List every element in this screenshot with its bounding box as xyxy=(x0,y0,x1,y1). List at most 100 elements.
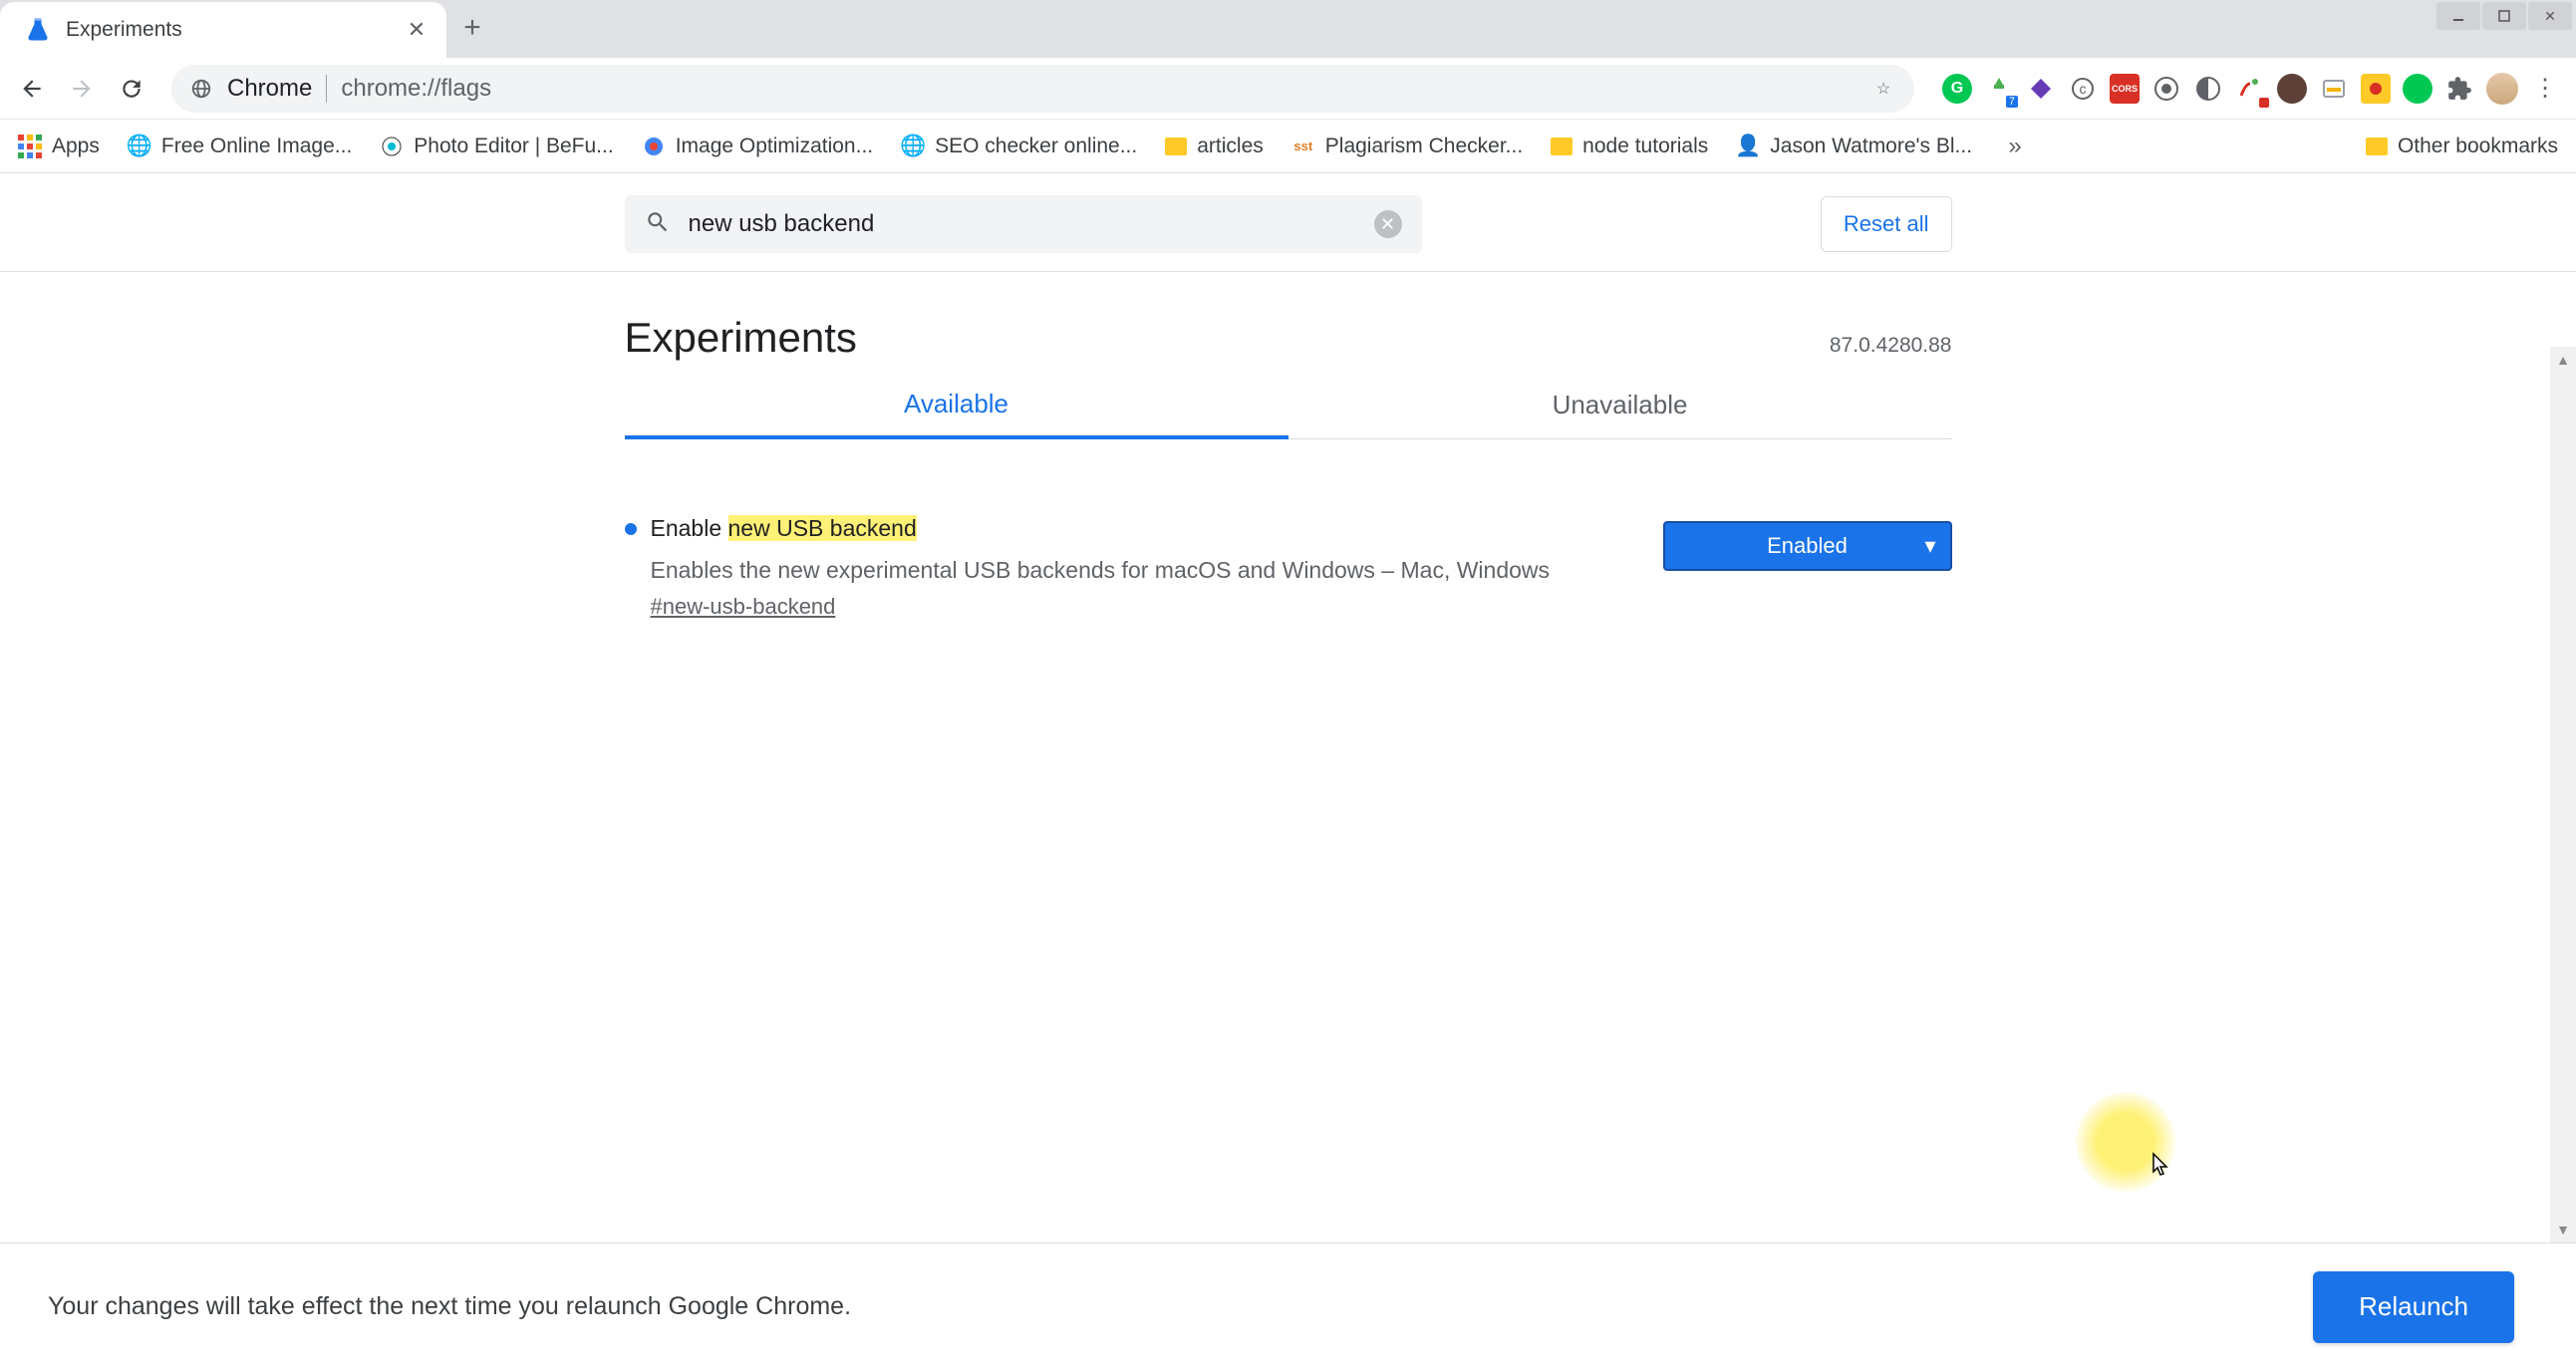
folder-icon xyxy=(1165,137,1187,155)
other-bookmarks[interactable]: Other bookmarks xyxy=(2366,135,2558,158)
bookmark-label: Free Online Image... xyxy=(161,135,352,158)
bookmark-label: articles xyxy=(1197,135,1264,158)
site-info-icon[interactable] xyxy=(189,77,213,101)
extension-icon-4[interactable]: c xyxy=(2068,74,2098,104)
close-tab-icon[interactable]: ✕ xyxy=(405,18,429,42)
befunky-icon xyxy=(380,135,404,158)
sst-icon: sst xyxy=(1291,135,1315,158)
bookmark-item[interactable]: sst Plagiarism Checker... xyxy=(1291,135,1523,158)
extension-icon-8[interactable] xyxy=(2235,74,2265,104)
flask-icon xyxy=(24,16,52,44)
extension-icon-11[interactable] xyxy=(2361,74,2391,104)
site-icon xyxy=(642,135,666,158)
reload-button[interactable] xyxy=(112,69,151,109)
apps-label: Apps xyxy=(52,135,100,158)
flag-title-prefix: Enable xyxy=(651,515,728,541)
footer-message: Your changes will take effect the next t… xyxy=(48,1292,851,1321)
extension-icon-7[interactable] xyxy=(2193,74,2223,104)
relaunch-footer: Your changes will take effect the next t… xyxy=(0,1242,2576,1370)
globe-icon: 🌐 xyxy=(901,135,925,158)
select-value: Enabled xyxy=(1767,533,1848,559)
profile-avatar[interactable] xyxy=(2486,73,2518,105)
bookmark-label: Plagiarism Checker... xyxy=(1325,135,1523,158)
bookmark-label: Other bookmarks xyxy=(2398,135,2558,158)
window-close-button[interactable]: ✕ xyxy=(2528,2,2572,30)
extension-icon-1[interactable]: G xyxy=(1942,74,1972,104)
window-controls: ✕ xyxy=(2436,2,2572,30)
extension-icon-10[interactable] xyxy=(2319,74,2349,104)
apps-grid-icon xyxy=(18,135,42,158)
tab-label: Unavailable xyxy=(1553,390,1688,420)
main-area: Experiments 87.0.4280.88 Available Unava… xyxy=(625,272,1952,620)
folder-icon xyxy=(2366,137,2388,155)
chevron-down-icon: ▾ xyxy=(1924,533,1935,559)
bookmark-item[interactable]: 🌐 Free Online Image... xyxy=(128,135,352,158)
titlebar: Experiments ✕ + ✕ xyxy=(0,0,2576,58)
relaunch-button[interactable]: Relaunch xyxy=(2313,1271,2514,1343)
bookmark-item[interactable]: Image Optimization... xyxy=(642,135,873,158)
globe-icon: 🌐 xyxy=(128,135,151,158)
search-icon xyxy=(645,209,671,240)
flag-anchor-link[interactable]: #new-usb-backend xyxy=(651,594,836,620)
bookmark-item[interactable]: articles xyxy=(1165,135,1264,158)
minimize-button[interactable] xyxy=(2436,2,2480,30)
apps-button[interactable]: Apps xyxy=(18,135,100,158)
tab-title: Experiments xyxy=(66,18,391,42)
reset-all-button[interactable]: Reset all xyxy=(1821,196,1952,252)
flags-search-box[interactable]: ✕ xyxy=(625,195,1422,253)
cursor-icon xyxy=(2151,1152,2171,1185)
folder-icon xyxy=(1551,137,1573,155)
bookmark-label: Jason Watmore's Bl... xyxy=(1770,135,1972,158)
extension-icon-2[interactable]: 7 xyxy=(1984,74,2014,104)
extension-icon-5[interactable]: CORS xyxy=(2110,74,2140,104)
bookmark-label: node tutorials xyxy=(1582,135,1708,158)
tab-unavailable[interactable]: Unavailable xyxy=(1288,372,1952,439)
extension-icon-9[interactable] xyxy=(2277,74,2307,104)
toolbar: Chrome chrome://flags ☆ G 7 c CORS ⋮ xyxy=(0,58,2576,120)
bookmark-label: SEO checker online... xyxy=(935,135,1137,158)
search-row: ✕ Reset all xyxy=(625,173,1952,271)
clear-search-icon[interactable]: ✕ xyxy=(1374,210,1402,238)
forward-button[interactable] xyxy=(62,69,102,109)
bookmarks-overflow-icon[interactable]: » xyxy=(2000,132,2030,161)
search-input[interactable] xyxy=(689,210,1356,238)
flag-description: Enables the new experimental USB backend… xyxy=(651,554,1633,586)
chrome-menu-icon[interactable]: ⋮ xyxy=(2530,74,2560,104)
url-separator xyxy=(326,75,327,103)
tab-available[interactable]: Available xyxy=(625,372,1288,439)
extension-icon-12[interactable] xyxy=(2403,74,2433,104)
page-title: Experiments xyxy=(625,314,857,362)
flag-state-select[interactable]: Enabled ▾ xyxy=(1663,521,1952,571)
new-tab-button[interactable]: + xyxy=(446,2,498,54)
page-content: ✕ Reset all Experiments 87.0.4280.88 Ava… xyxy=(0,173,2576,1370)
relaunch-label: Relaunch xyxy=(2359,1291,2468,1322)
back-button[interactable] xyxy=(12,69,52,109)
svg-text:c: c xyxy=(2080,81,2087,97)
extensions-menu-icon[interactable] xyxy=(2444,74,2474,104)
bookmark-label: Photo Editor | BeFu... xyxy=(414,135,613,158)
modified-dot-icon xyxy=(625,523,637,535)
maximize-button[interactable] xyxy=(2482,2,2526,30)
bookmark-item[interactable]: 🌐 SEO checker online... xyxy=(901,135,1137,158)
extension-icon-6[interactable] xyxy=(2151,74,2181,104)
scroll-down-icon[interactable]: ▼ xyxy=(2550,1217,2576,1242)
flag-title: Enable new USB backend xyxy=(651,515,917,542)
extension-icon-3[interactable] xyxy=(2026,74,2056,104)
bookmark-item[interactable]: node tutorials xyxy=(1551,135,1708,158)
reset-label: Reset all xyxy=(1844,211,1929,237)
address-bar[interactable]: Chrome chrome://flags ☆ xyxy=(171,65,1914,113)
extensions-row: G 7 c CORS ⋮ xyxy=(1942,73,2560,105)
bookmarks-bar: Apps 🌐 Free Online Image... Photo Editor … xyxy=(0,120,2576,173)
browser-tab[interactable]: Experiments ✕ xyxy=(0,2,446,58)
version-label: 87.0.4280.88 xyxy=(1830,334,1952,358)
url-path: chrome://flags xyxy=(341,75,1857,103)
flag-title-highlight: new USB backend xyxy=(728,515,917,541)
bookmark-item[interactable]: Photo Editor | BeFu... xyxy=(380,135,613,158)
tab-label: Available xyxy=(904,389,1008,419)
bookmark-item[interactable]: 👤 Jason Watmore's Bl... xyxy=(1736,135,1972,158)
scroll-up-icon[interactable]: ▲ xyxy=(2550,347,2576,373)
bookmark-star-icon[interactable]: ☆ xyxy=(1870,76,1896,102)
flag-row: Enable new USB backend Enables the new e… xyxy=(625,439,1952,620)
scrollbar-track[interactable] xyxy=(2550,347,2576,1242)
avatar-icon: 👤 xyxy=(1736,135,1760,158)
